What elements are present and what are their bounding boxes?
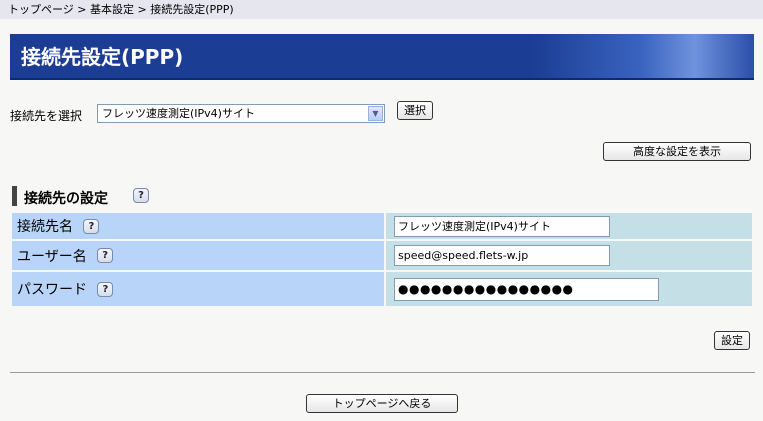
show-advanced-settings-button[interactable]: 高度な設定を表示	[603, 142, 751, 161]
connection-settings-table: 接続先名 ? ユーザー名 ? パスワード ?	[10, 211, 754, 308]
field-label-cell: 接続先名 ?	[12, 213, 384, 239]
set-button[interactable]: 設定	[714, 331, 750, 350]
field-label-cell: ユーザー名 ?	[12, 241, 384, 270]
breadcrumb: トップページ > 基本設定 > 接続先設定(PPP)	[0, 0, 763, 19]
username-input[interactable]	[394, 245, 610, 266]
field-value-cell	[386, 213, 752, 239]
section-marker	[12, 186, 17, 206]
chevron-down-icon[interactable]: ▼	[368, 106, 383, 121]
help-icon[interactable]: ?	[97, 248, 114, 263]
connection-name-input[interactable]	[394, 215, 610, 237]
table-row: パスワード ?	[12, 272, 752, 306]
connection-select-label: 接続先を選択	[10, 109, 83, 123]
field-value-cell	[386, 241, 752, 270]
table-row: ユーザー名 ?	[12, 241, 752, 270]
field-label-cell: パスワード ?	[12, 272, 384, 306]
connection-name-label: 接続先名	[17, 219, 73, 235]
back-to-top-button[interactable]: トップページへ戻る	[306, 394, 458, 413]
connection-select-value: フレッツ速度測定(IPv4)サイト	[102, 107, 255, 120]
table-row: 接続先名 ?	[12, 213, 752, 239]
breadcrumb-text: トップページ > 基本設定 > 接続先設定(PPP)	[8, 3, 234, 16]
page-title-bar: 接続先設定(PPP)	[10, 34, 754, 80]
password-label: パスワード	[17, 282, 87, 298]
divider	[10, 372, 755, 373]
section-title: 接続先の設定	[24, 191, 108, 207]
password-input[interactable]	[394, 277, 659, 301]
help-icon[interactable]: ?	[97, 281, 114, 297]
help-icon[interactable]: ?	[133, 188, 149, 203]
page-title: 接続先設定(PPP)	[21, 45, 184, 69]
select-button[interactable]: 選択	[397, 101, 433, 120]
connection-select[interactable]: フレッツ速度測定(IPv4)サイト ▼	[97, 104, 385, 123]
field-value-cell	[386, 272, 752, 306]
username-label: ユーザー名	[17, 248, 87, 265]
help-icon[interactable]: ?	[83, 218, 100, 234]
